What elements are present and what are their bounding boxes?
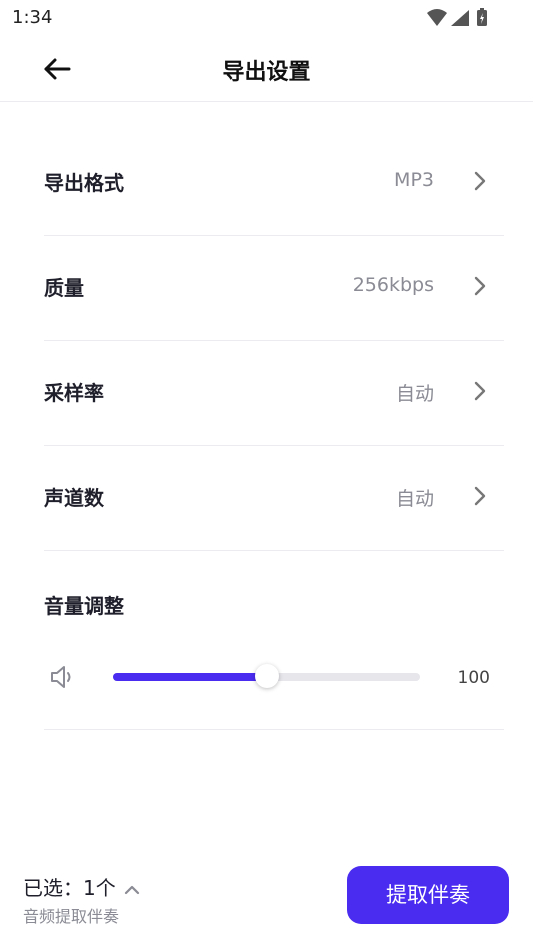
chevron-right-icon [474, 276, 486, 296]
selected-subtitle: 音频提取伴奏 [23, 907, 120, 926]
bottom-bar: 已选：1个 音频提取伴奏 提取伴奏 [0, 856, 533, 948]
status-icons [427, 8, 487, 26]
setting-row-format[interactable]: 导出格式 MP3 [44, 131, 504, 236]
setting-label: 导出格式 [44, 171, 124, 195]
setting-label: 采样率 [44, 381, 104, 405]
signal-icon [451, 10, 469, 26]
wifi-icon [427, 9, 447, 26]
setting-label: 声道数 [44, 486, 104, 510]
selected-count-label: 已选：1个 [23, 876, 116, 900]
volume-slider-fill [113, 673, 267, 681]
setting-value: MP3 [394, 169, 434, 191]
setting-row-quality[interactable]: 质量 256kbps [44, 236, 504, 341]
selected-count-toggle[interactable]: 已选：1个 [23, 872, 140, 901]
chevron-right-icon [474, 171, 486, 191]
status-time: 1:34 [12, 7, 53, 28]
volume-slider-thumb[interactable] [254, 664, 279, 688]
status-bar: 1:34 [0, 0, 533, 36]
volume-value: 100 [457, 668, 490, 688]
volume-section: 音量调整 100 [44, 551, 504, 730]
volume-slider[interactable] [113, 664, 420, 688]
speaker-icon[interactable] [50, 664, 76, 690]
extract-accompaniment-button[interactable]: 提取伴奏 [347, 866, 509, 924]
chevron-right-icon [474, 486, 486, 506]
header-bar: 导出设置 [0, 36, 533, 102]
chevron-right-icon [474, 381, 486, 401]
setting-row-channels[interactable]: 声道数 自动 [44, 446, 504, 551]
chevron-up-icon [124, 885, 139, 894]
setting-label: 质量 [44, 276, 84, 300]
setting-row-sample-rate[interactable]: 采样率 自动 [44, 341, 504, 446]
setting-value: 自动 [395, 383, 434, 405]
page-title: 导出设置 [222, 60, 311, 85]
battery-cap [480, 8, 484, 10]
volume-title: 音量调整 [44, 594, 124, 618]
setting-value: 自动 [395, 488, 434, 510]
setting-value: 256kbps [352, 274, 434, 296]
